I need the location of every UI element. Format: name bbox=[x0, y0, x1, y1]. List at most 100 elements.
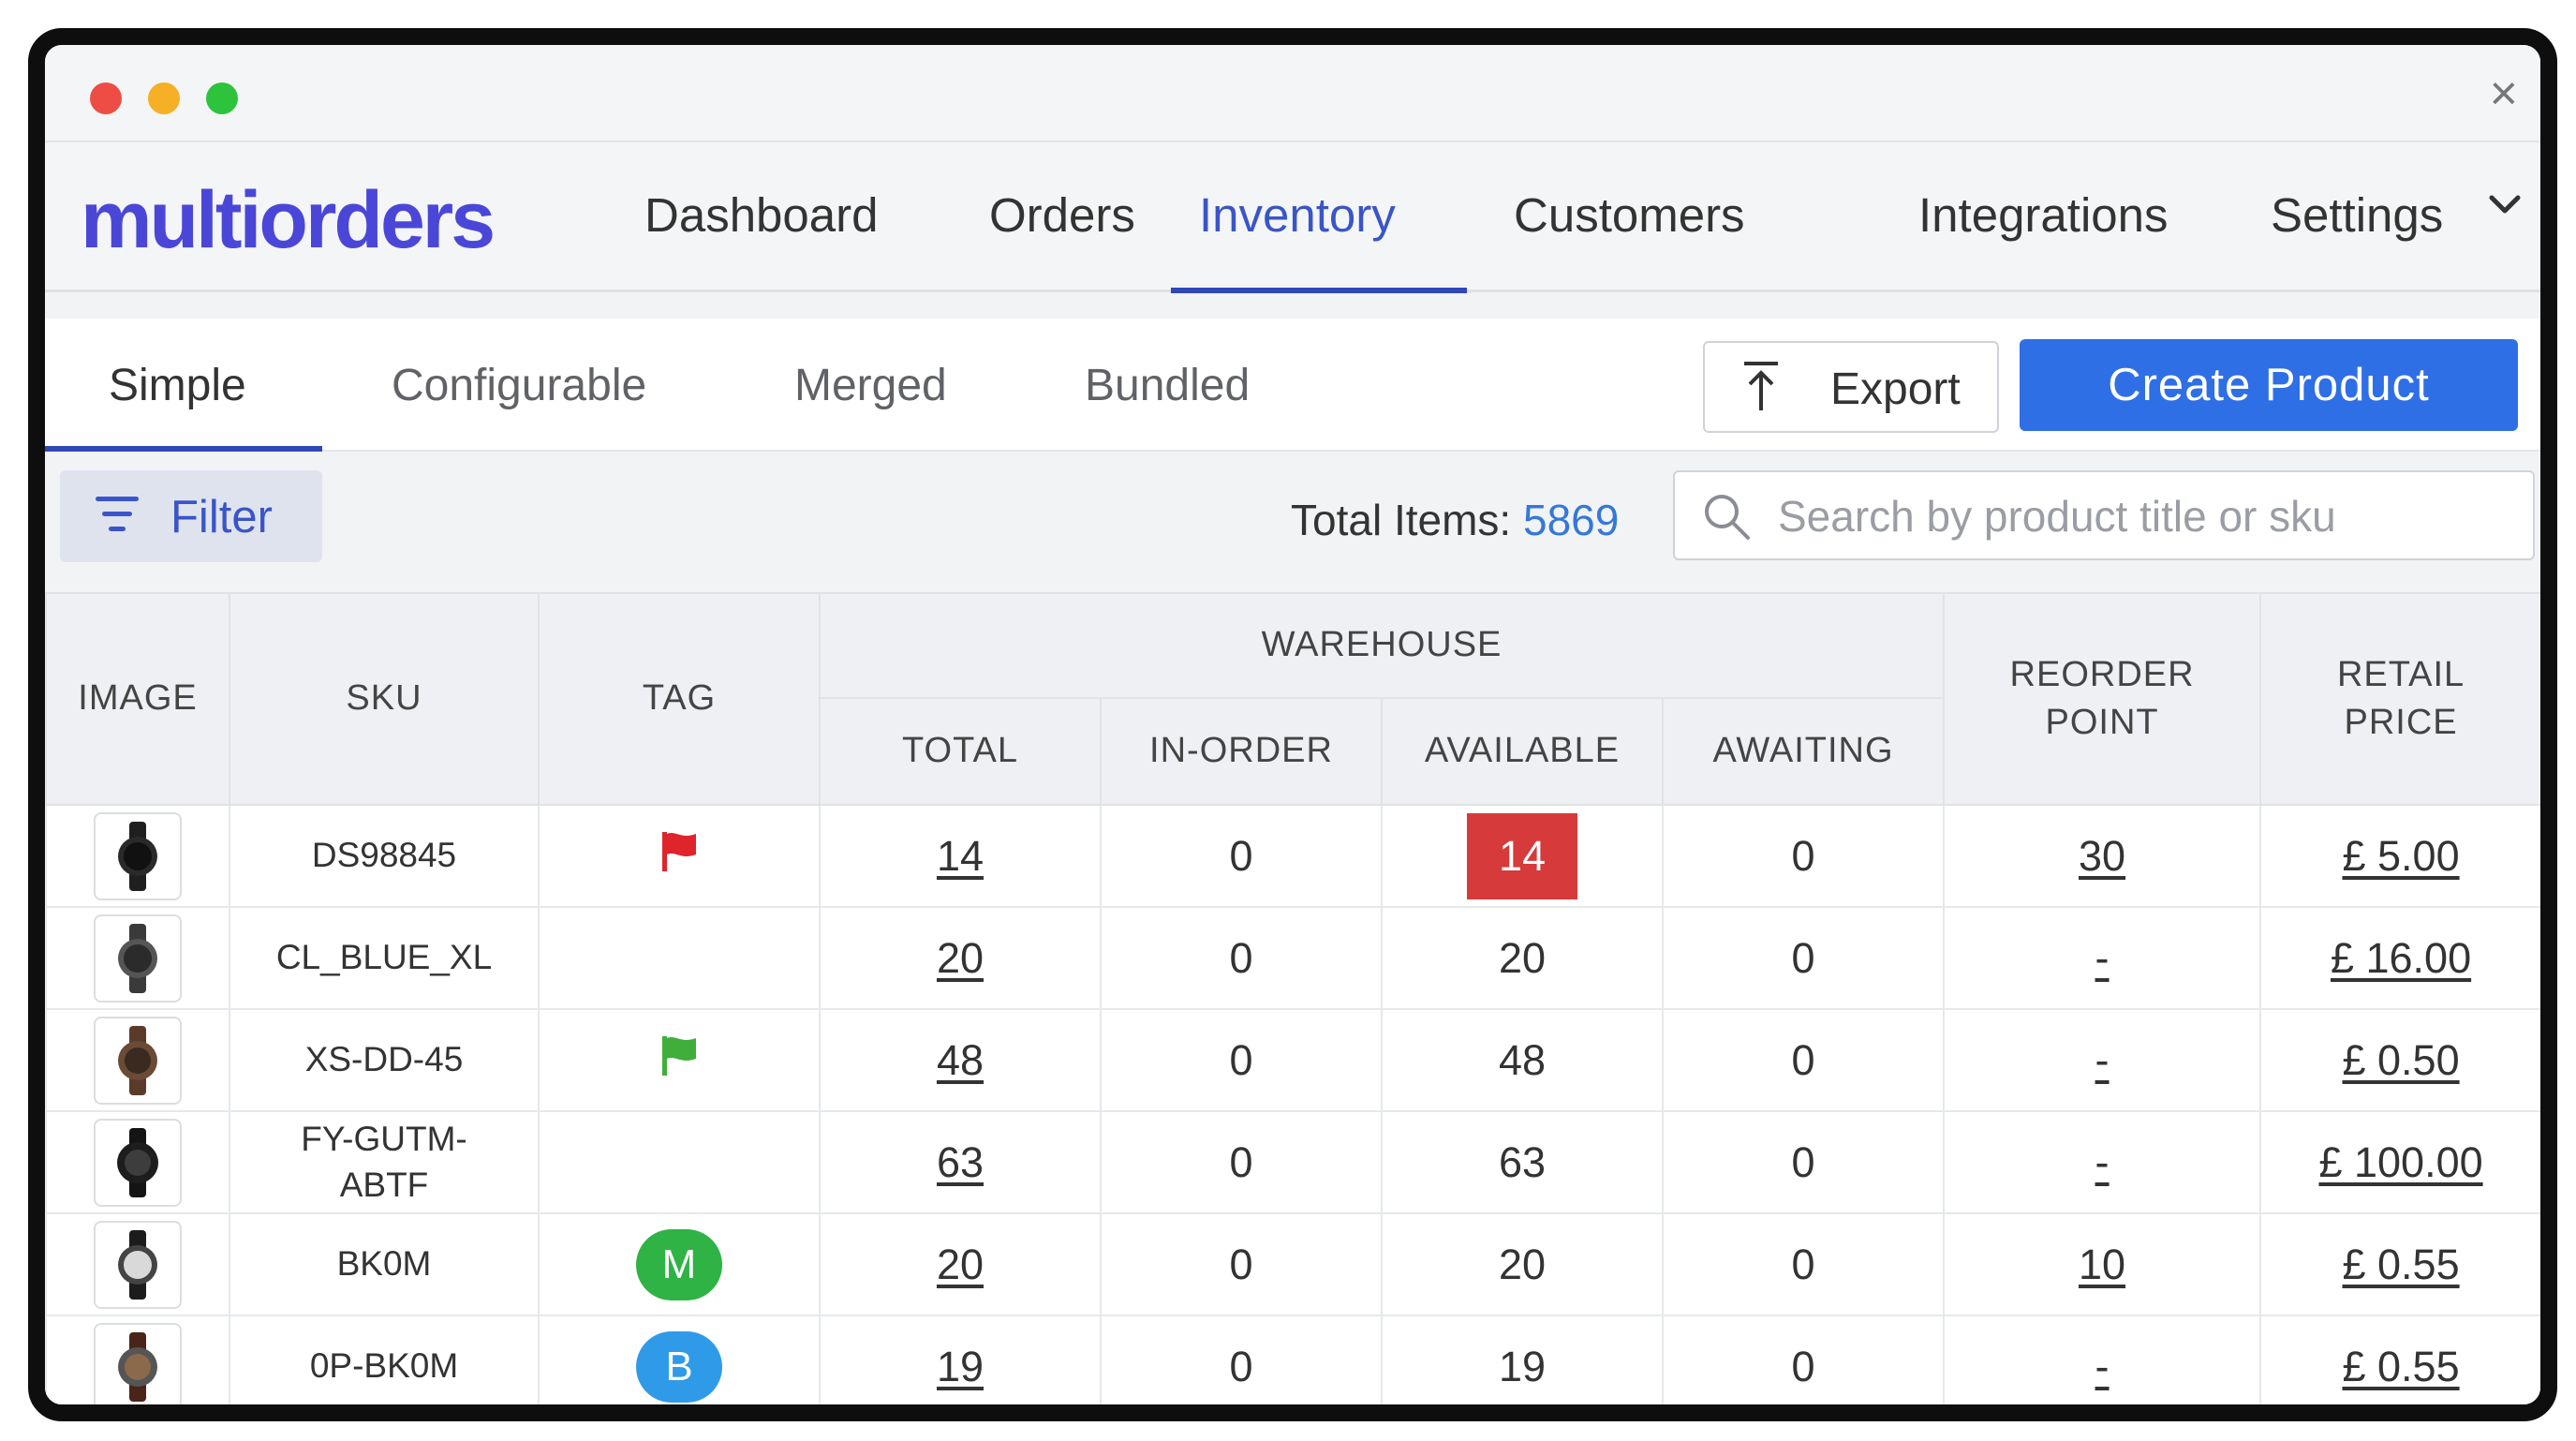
awaiting-cell: 0 bbox=[1661, 906, 1946, 1010]
total-link[interactable]: 20 bbox=[937, 934, 984, 982]
nav-inventory[interactable]: Inventory bbox=[1199, 187, 1396, 243]
header-total: TOTAL bbox=[819, 697, 1102, 806]
table-row[interactable]: BK0M M 20 0 20 0 10 £ 0.55 bbox=[45, 1212, 2540, 1316]
low-stock-badge: 14 bbox=[1467, 812, 1577, 899]
total-link[interactable]: 20 bbox=[937, 1240, 984, 1288]
header-awaiting: AWAITING bbox=[1661, 697, 1946, 806]
filter-bar: Filter Total Items: 5869 bbox=[45, 452, 2540, 592]
available-cell: 48 bbox=[1381, 1008, 1664, 1112]
in-order-cell: 0 bbox=[1100, 1315, 1383, 1404]
sku-cell: BK0M bbox=[229, 1212, 540, 1316]
tag-b-badge[interactable]: B bbox=[636, 1330, 722, 1403]
total-items-count: 5869 bbox=[1522, 496, 1620, 544]
awaiting-cell: 0 bbox=[1661, 1110, 1946, 1214]
search-icon bbox=[1701, 491, 1754, 543]
price-link[interactable]: £ 5.00 bbox=[2342, 832, 2459, 880]
main-nav: multiorders Dashboard Orders Inventory C… bbox=[45, 141, 2540, 293]
header-warehouse: WAREHOUSE bbox=[818, 592, 1946, 699]
total-link[interactable]: 48 bbox=[937, 1036, 984, 1084]
in-order-cell: 0 bbox=[1100, 906, 1383, 1010]
in-order-cell: 0 bbox=[1100, 1212, 1383, 1316]
header-image: IMAGE bbox=[45, 592, 230, 806]
header-tag: TAG bbox=[538, 592, 821, 806]
title-bar: × bbox=[45, 45, 2540, 141]
table-row[interactable]: 0P-BK0M B 19 0 19 0 - £ 0.55 bbox=[45, 1315, 2540, 1404]
reorder-link[interactable]: 10 bbox=[2079, 1240, 2125, 1288]
total-items: Total Items: 5869 bbox=[1291, 495, 1619, 545]
table-row[interactable]: CL_BLUE_XL 20 0 20 0 - £ 16.00 bbox=[45, 906, 2540, 1010]
available-cell: 63 bbox=[1381, 1110, 1664, 1214]
nav-orders[interactable]: Orders bbox=[989, 187, 1135, 243]
reorder-link[interactable]: - bbox=[2095, 934, 2110, 982]
header-available: AVAILABLE bbox=[1381, 697, 1664, 806]
nav-integrations[interactable]: Integrations bbox=[1918, 187, 2169, 243]
product-toolbar: Simple Configurable Merged Bundled Expor… bbox=[45, 319, 2540, 452]
sku-cell: 0P-BK0M bbox=[229, 1315, 540, 1404]
nav-settings[interactable]: Settings bbox=[2271, 187, 2443, 243]
total-items-label: Total Items: bbox=[1291, 496, 1512, 544]
nav-dashboard[interactable]: Dashboard bbox=[644, 187, 879, 243]
product-thumbnail[interactable] bbox=[94, 1016, 182, 1105]
app-window: × multiorders Dashboard Orders Inventory… bbox=[28, 28, 2557, 1421]
reorder-link[interactable]: - bbox=[2095, 1343, 2110, 1390]
product-thumbnail[interactable] bbox=[94, 811, 182, 900]
total-link[interactable]: 19 bbox=[937, 1343, 984, 1390]
reorder-link[interactable]: 30 bbox=[2079, 832, 2125, 880]
export-button[interactable]: Export bbox=[1703, 341, 1999, 433]
header-reorder-point: REORDER POINT bbox=[1943, 592, 2262, 806]
minimize-window-dot[interactable] bbox=[148, 82, 180, 114]
header-retail-price: RETAIL PRICE bbox=[2259, 592, 2540, 806]
table-row[interactable]: FY-GUTM- ABTF 63 0 63 0 - £ 100.00 bbox=[45, 1110, 2540, 1214]
sku-cell: FY-GUTM- ABTF bbox=[229, 1110, 540, 1214]
product-thumbnail[interactable] bbox=[94, 914, 182, 1003]
filter-button[interactable]: Filter bbox=[60, 470, 322, 562]
logo[interactable]: multiorders bbox=[81, 174, 496, 267]
total-link[interactable]: 14 bbox=[937, 832, 984, 880]
nav-active-indicator bbox=[1171, 288, 1467, 293]
awaiting-cell: 0 bbox=[1661, 1212, 1946, 1316]
product-thumbnail[interactable] bbox=[94, 1220, 182, 1309]
header-sku: SKU bbox=[229, 592, 540, 806]
create-product-button[interactable]: Create Product bbox=[2020, 339, 2518, 431]
search-box[interactable] bbox=[1673, 470, 2535, 560]
awaiting-cell: 0 bbox=[1661, 1315, 1946, 1404]
table-row[interactable]: DS98845 14 0 14 0 30 £ 5.00 bbox=[45, 804, 2540, 908]
tag-m-badge[interactable]: M bbox=[636, 1228, 722, 1300]
total-link[interactable]: 63 bbox=[937, 1138, 984, 1186]
header-in-order: IN-ORDER bbox=[1100, 697, 1383, 806]
price-link[interactable]: £ 0.50 bbox=[2342, 1036, 2459, 1084]
tab-merged[interactable]: Merged bbox=[794, 360, 947, 411]
in-order-cell: 0 bbox=[1100, 1008, 1383, 1112]
nav-customers[interactable]: Customers bbox=[1514, 187, 1745, 243]
tab-bundled[interactable]: Bundled bbox=[1085, 360, 1250, 411]
tab-configurable[interactable]: Configurable bbox=[392, 360, 646, 411]
chevron-down-icon[interactable] bbox=[2486, 186, 2524, 233]
awaiting-cell: 0 bbox=[1661, 804, 1946, 908]
red-flag-icon bbox=[662, 832, 696, 871]
upload-icon bbox=[1740, 358, 1782, 426]
price-link[interactable]: £ 0.55 bbox=[2342, 1240, 2459, 1288]
product-thumbnail[interactable] bbox=[94, 1118, 182, 1207]
search-input[interactable] bbox=[1778, 489, 2509, 543]
sku-cell: DS98845 bbox=[229, 804, 540, 908]
close-window-dot[interactable] bbox=[90, 82, 122, 114]
table-row[interactable]: XS-DD-45 48 0 48 0 - £ 0.50 bbox=[45, 1008, 2540, 1112]
available-cell: 20 bbox=[1381, 1212, 1664, 1316]
in-order-cell: 0 bbox=[1100, 804, 1383, 908]
price-link[interactable]: £ 0.55 bbox=[2342, 1343, 2459, 1390]
product-thumbnail[interactable] bbox=[94, 1322, 182, 1404]
close-icon[interactable]: × bbox=[2490, 69, 2518, 118]
reorder-link[interactable]: - bbox=[2095, 1138, 2110, 1186]
price-link[interactable]: £ 100.00 bbox=[2318, 1138, 2482, 1186]
tag-cell bbox=[538, 906, 821, 1010]
filter-label: Filter bbox=[170, 492, 273, 542]
sku-cell: CL_BLUE_XL bbox=[229, 906, 540, 1010]
tag-cell bbox=[538, 1110, 821, 1214]
reorder-link[interactable]: - bbox=[2095, 1036, 2110, 1084]
sku-cell: XS-DD-45 bbox=[229, 1008, 540, 1112]
inventory-table: IMAGE SKU TAG WAREHOUSE REORDER POINT RET… bbox=[45, 592, 2540, 1404]
awaiting-cell: 0 bbox=[1661, 1008, 1946, 1112]
maximize-window-dot[interactable] bbox=[206, 82, 238, 114]
price-link[interactable]: £ 16.00 bbox=[2331, 934, 2471, 982]
tab-simple[interactable]: Simple bbox=[109, 360, 246, 411]
